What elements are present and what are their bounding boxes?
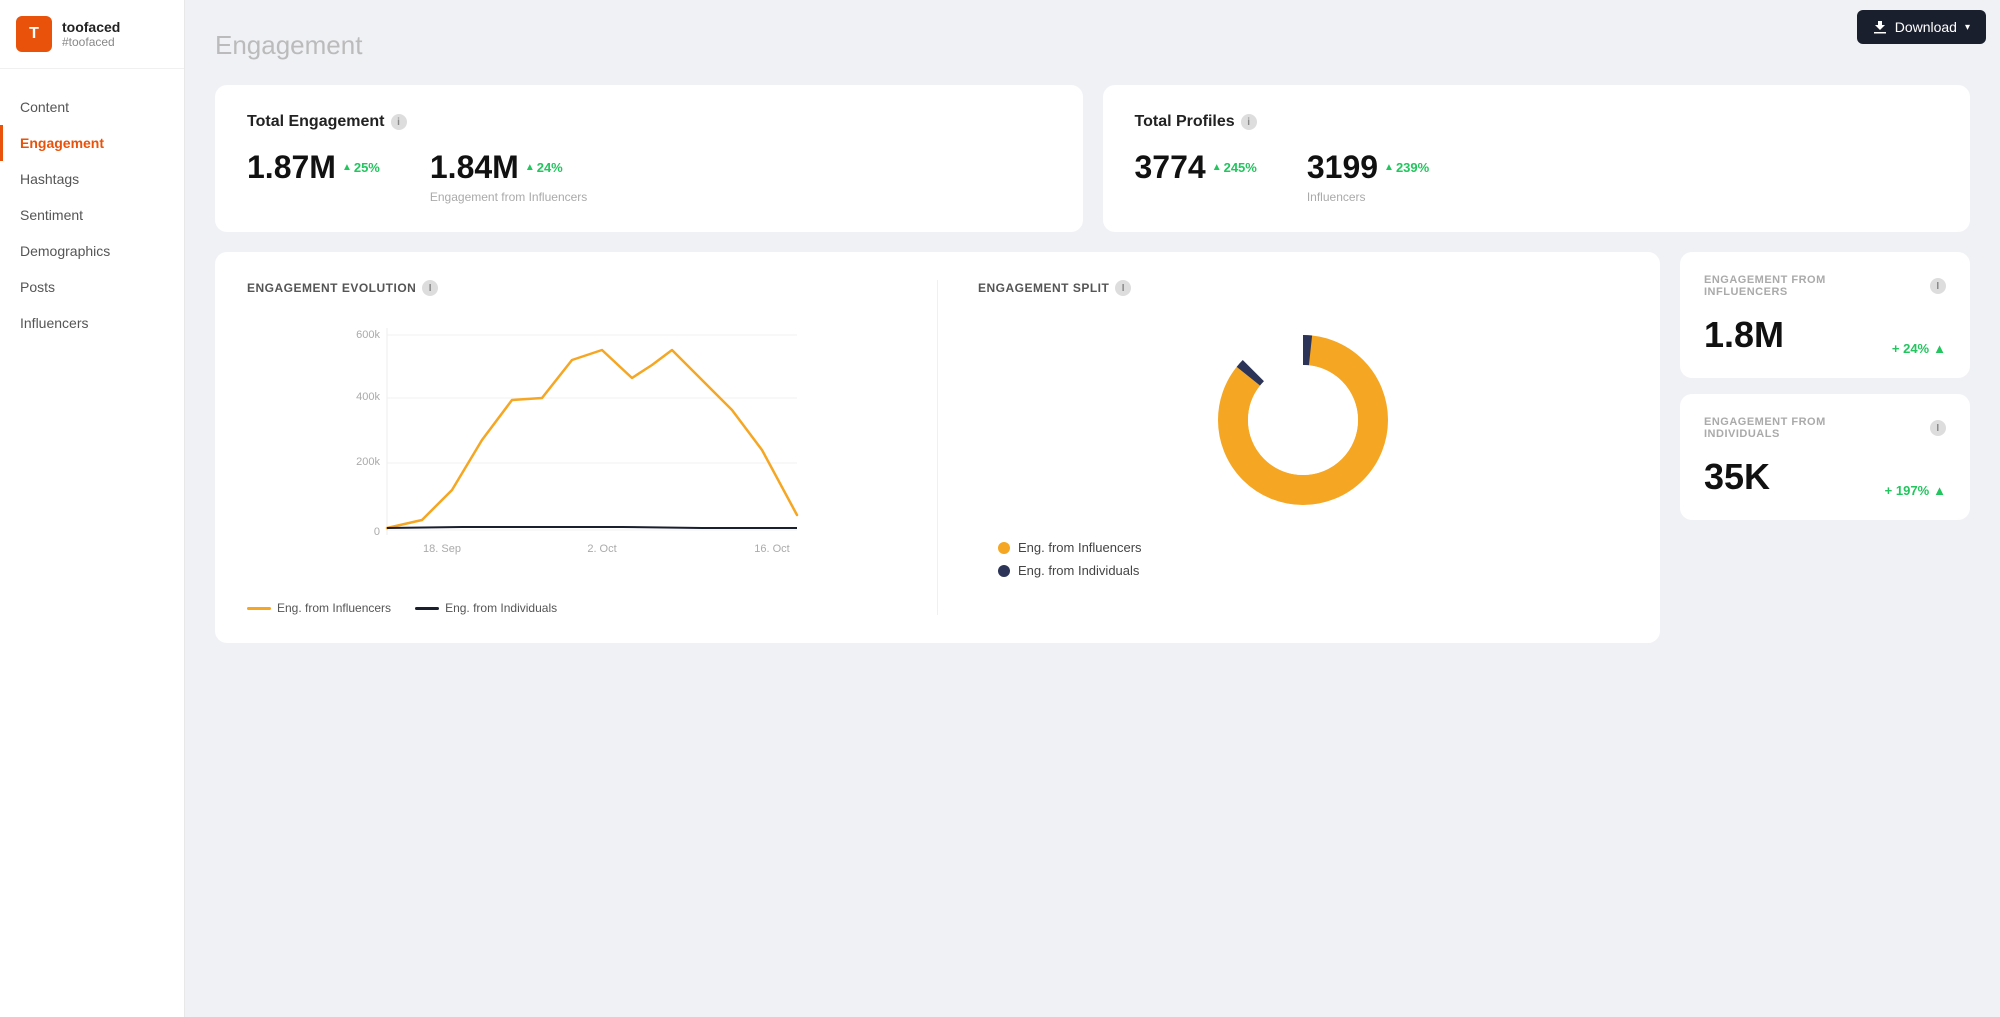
up-arrow-icon: ▲ xyxy=(342,162,352,173)
side-card-individuals-label: ENGAGEMENT FROMINDIVIDUALS i xyxy=(1704,416,1946,440)
engagement-secondary-group: 1.84M ▲ 24% Engagement from Influencers xyxy=(430,149,587,204)
split-info-icon[interactable]: i xyxy=(1115,280,1131,296)
up-arrow-icon: ▲ xyxy=(1933,341,1946,356)
evolution-legend: Eng. from Influencers Eng. from Individu… xyxy=(247,601,897,615)
total-profiles-values: 3774 ▲ 245% 3199 ▲ 239% xyxy=(1135,149,1939,204)
side-influencers-change: + 24% ▲ xyxy=(1892,341,1946,356)
side-card-influencers-label: ENGAGEMENT FROMINFLUENCERS i xyxy=(1704,274,1946,298)
total-profiles-info-icon[interactable]: i xyxy=(1241,114,1257,130)
sidebar-item-demographics[interactable]: Demographics xyxy=(0,233,184,269)
charts-card: ENGAGEMENT EVOLUTION i 600k 400k 200k 0 xyxy=(215,252,1660,643)
engagement-main-value: 1.87M ▲ 25% xyxy=(247,149,380,186)
svg-text:600k: 600k xyxy=(356,329,380,341)
download-icon xyxy=(1873,20,1887,34)
svg-text:18. Sep: 18. Sep xyxy=(423,543,461,555)
engagement-split-section: ENGAGEMENT SPLIT i xyxy=(937,280,1628,615)
sidebar-nav: Content Engagement Hashtags Sentiment De… xyxy=(0,69,184,361)
side-card-influencers: ENGAGEMENT FROMINFLUENCERS i 1.8M + 24% … xyxy=(1680,252,1970,378)
evolution-chart-container: 600k 400k 200k 0 xyxy=(247,320,897,585)
brand-section: T toofaced #toofaced xyxy=(0,0,184,69)
up-arrow-icon: ▲ xyxy=(1384,162,1394,173)
side-card-individuals: ENGAGEMENT FROMINDIVIDUALS i 35K + 197% … xyxy=(1680,394,1970,520)
influencers-dot xyxy=(998,542,1010,554)
brand-info: toofaced #toofaced xyxy=(62,19,120,49)
side-influencers-value: 1.8M xyxy=(1704,314,1784,356)
right-side-cards: ENGAGEMENT FROMINFLUENCERS i 1.8M + 24% … xyxy=(1680,252,1970,520)
total-engagement-info-icon[interactable]: i xyxy=(391,114,407,130)
donut-legend: Eng. from Influencers Eng. from Individu… xyxy=(978,540,1628,578)
profiles-secondary-label: Influencers xyxy=(1307,190,1429,204)
engagement-secondary-label: Engagement from Influencers xyxy=(430,190,587,204)
side-influencers-row: 1.8M + 24% ▲ xyxy=(1704,314,1946,356)
sidebar-item-sentiment[interactable]: Sentiment xyxy=(0,197,184,233)
donut-container: Eng. from Influencers Eng. from Individu… xyxy=(978,320,1628,578)
total-profiles-card: Total Profiles i 3774 ▲ 245% 3199 xyxy=(1103,85,1971,232)
up-arrow-icon: ▲ xyxy=(525,162,535,173)
engagement-main-badge: ▲ 25% xyxy=(342,160,380,175)
engagement-main-group: 1.87M ▲ 25% xyxy=(247,149,380,186)
svg-text:16. Oct: 16. Oct xyxy=(754,543,789,555)
chevron-down-icon: ▾ xyxy=(1965,22,1970,33)
legend-individuals: Eng. from Individuals xyxy=(415,601,557,615)
influencers-legend-line xyxy=(247,607,271,610)
profiles-main-badge: ▲ 245% xyxy=(1212,160,1257,175)
side-influencers-info-icon[interactable]: i xyxy=(1930,278,1946,294)
sidebar-item-engagement[interactable]: Engagement xyxy=(0,125,184,161)
individuals-dot xyxy=(998,565,1010,577)
profiles-secondary-badge: ▲ 239% xyxy=(1384,160,1429,175)
engagement-split-title: ENGAGEMENT SPLIT i xyxy=(978,280,1628,296)
evolution-chart: 600k 400k 200k 0 xyxy=(247,320,897,580)
profiles-secondary-group: 3199 ▲ 239% Influencers xyxy=(1307,149,1429,204)
brand-name: toofaced xyxy=(62,19,120,35)
up-arrow-icon: ▲ xyxy=(1933,483,1946,498)
total-engagement-title: Total Engagement i xyxy=(247,113,1051,131)
total-engagement-values: 1.87M ▲ 25% 1.84M ▲ 24% xyxy=(247,149,1051,204)
profiles-main-value: 3774 ▲ 245% xyxy=(1135,149,1257,186)
sidebar-item-content[interactable]: Content xyxy=(0,89,184,125)
up-arrow-icon: ▲ xyxy=(1212,162,1222,173)
download-button[interactable]: Download ▾ xyxy=(1857,10,1986,44)
charts-row: ENGAGEMENT EVOLUTION i 600k 400k 200k 0 xyxy=(215,252,1970,643)
svg-text:200k: 200k xyxy=(356,456,380,468)
engagement-evolution-title: ENGAGEMENT EVOLUTION i xyxy=(247,280,897,296)
side-individuals-info-icon[interactable]: i xyxy=(1930,420,1946,436)
side-individuals-change: + 197% ▲ xyxy=(1885,483,1946,498)
donut-chart xyxy=(1203,320,1403,520)
svg-text:2. Oct: 2. Oct xyxy=(587,543,616,555)
engagement-secondary-value: 1.84M ▲ 24% xyxy=(430,149,587,186)
profiles-main-group: 3774 ▲ 245% xyxy=(1135,149,1257,186)
main-content: Download ▾ Engagement Total Engagement i… xyxy=(185,0,2000,1017)
total-profiles-title: Total Profiles i xyxy=(1135,113,1939,131)
engagement-secondary-badge: ▲ 24% xyxy=(525,160,563,175)
page-title: Engagement xyxy=(215,30,1970,61)
donut-legend-influencers: Eng. from Influencers xyxy=(998,540,1628,555)
engagement-evolution-section: ENGAGEMENT EVOLUTION i 600k 400k 200k 0 xyxy=(247,280,897,615)
donut-legend-individuals: Eng. from Individuals xyxy=(998,563,1628,578)
individuals-legend-line xyxy=(415,607,439,610)
profiles-secondary-value: 3199 ▲ 239% xyxy=(1307,149,1429,186)
sidebar-item-posts[interactable]: Posts xyxy=(0,269,184,305)
svg-text:400k: 400k xyxy=(356,391,380,403)
download-label: Download xyxy=(1895,19,1957,35)
total-engagement-card: Total Engagement i 1.87M ▲ 25% 1.84M xyxy=(215,85,1083,232)
stats-row: Total Engagement i 1.87M ▲ 25% 1.84M xyxy=(215,85,1970,232)
sidebar-item-hashtags[interactable]: Hashtags xyxy=(0,161,184,197)
sidebar-item-influencers[interactable]: Influencers xyxy=(0,305,184,341)
sidebar: T toofaced #toofaced Content Engagement … xyxy=(0,0,185,1017)
side-individuals-value: 35K xyxy=(1704,456,1770,498)
svg-text:0: 0 xyxy=(374,526,380,538)
evolution-info-icon[interactable]: i xyxy=(422,280,438,296)
side-individuals-row: 35K + 197% ▲ xyxy=(1704,456,1946,498)
brand-handle: #toofaced xyxy=(62,35,120,49)
avatar: T xyxy=(16,16,52,52)
legend-influencers: Eng. from Influencers xyxy=(247,601,391,615)
